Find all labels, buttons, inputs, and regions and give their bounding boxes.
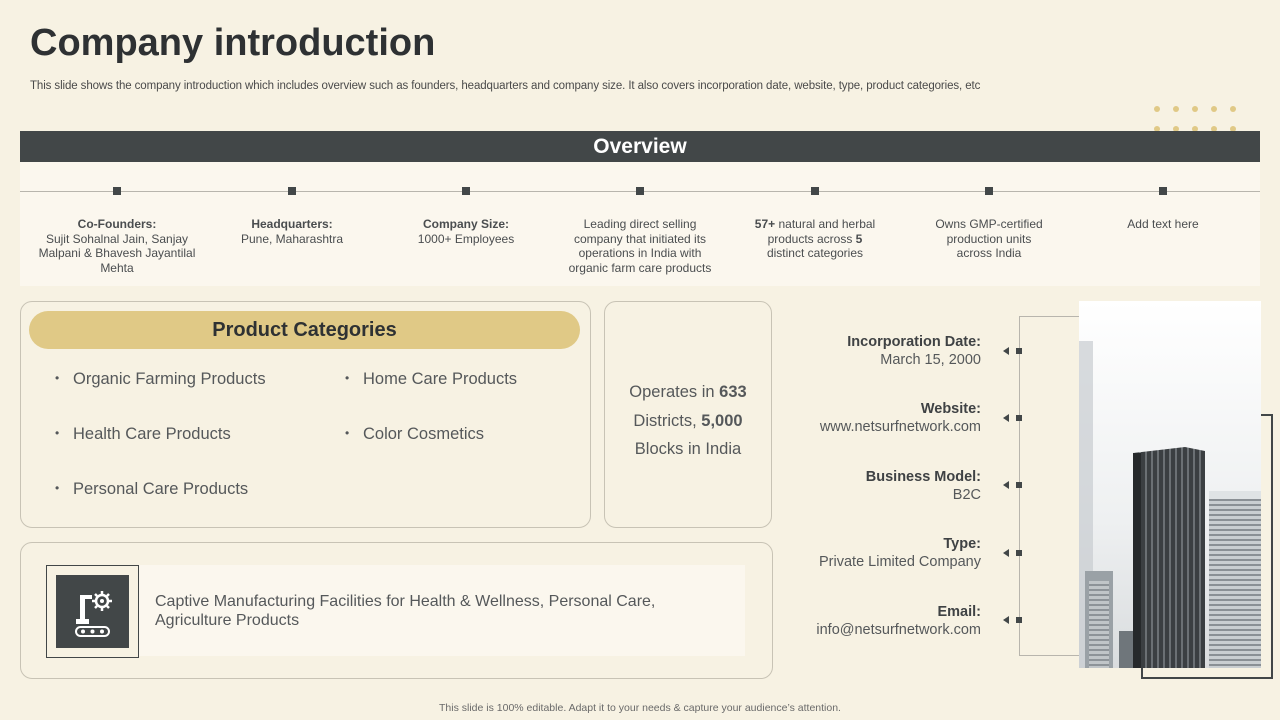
info-email: Email: info@netsurfnetwork.com (816, 604, 981, 638)
timeline-text: 57+ natural and herbal products across 5… (754, 217, 876, 260)
info-website: Website: www.netsurfnetwork.com (819, 401, 981, 435)
info-business-model: Business Model: B2C (865, 469, 981, 503)
timeline-text: Co-Founders: Sujit Sohalnal Jain, Sanjay … (38, 217, 196, 275)
timeline-marker (288, 187, 296, 195)
timeline-text: Owns GMP-certified production units acro… (935, 217, 1043, 260)
category-item: • Personal Care Products (55, 480, 249, 498)
manufacturing-card: Captive Manufacturing Facilities for Hea… (46, 565, 745, 658)
category-item: • Health Care Products (55, 425, 231, 443)
timeline-item-company-size: Company Size: 1000+ Employees (376, 187, 556, 246)
timeline-marker (636, 187, 644, 195)
slide-title: Company introduction (30, 22, 436, 64)
timeline-marker (811, 187, 819, 195)
overview-header: Overview (20, 131, 1260, 162)
pointer-icon (1003, 480, 1023, 490)
info-bracket-line (1019, 316, 1081, 656)
manufacturing-panel: Captive Manufacturing Facilities for Hea… (20, 542, 773, 679)
footer-note: This slide is 100% editable. Adapt it to… (439, 702, 841, 714)
info-incorporation-date: Incorporation Date: March 15, 2000 (847, 334, 981, 368)
timeline-item-founders: Co-Founders: Sujit Sohalnal Jain, Sanjay … (27, 187, 207, 275)
timeline-text: Leading direct selling company that init… (568, 217, 712, 275)
timeline-item-gmp: Owns GMP-certified production units acro… (899, 187, 1079, 261)
overview-timeline: Co-Founders: Sujit Sohalnal Jain, Sanjay … (20, 162, 1260, 286)
timeline-item-headquarters: Headquarters: Pune, Maharashtra (202, 187, 382, 246)
pointer-icon (1003, 615, 1023, 625)
manufacturing-text: Captive Manufacturing Facilities for Hea… (155, 593, 656, 629)
timeline-marker (462, 187, 470, 195)
pointer-icon (1003, 346, 1023, 356)
timeline-text: Company Size: 1000+ Employees (417, 217, 515, 246)
info-type: Type: Private Limited Company (819, 536, 981, 570)
category-item: • Color Cosmetics (345, 425, 485, 443)
timeline-marker (113, 187, 121, 195)
pointer-icon (1003, 413, 1023, 423)
timeline-marker (985, 187, 993, 195)
timeline-item-placeholder: Add text here (1073, 187, 1253, 232)
category-item: • Home Care Products (345, 370, 518, 388)
product-categories-panel: Product Categories • Organic Farming Prod… (20, 301, 591, 528)
pointer-icon (1003, 548, 1023, 558)
timeline-item-direct-selling: Leading direct selling company that init… (550, 187, 730, 275)
manufacturing-icon-frame (46, 565, 139, 658)
category-item: • Organic Farming Products (55, 370, 266, 388)
factory-robot-arm-icon (56, 575, 129, 648)
timeline-text: Add text here (1127, 217, 1199, 231)
timeline-item-products: 57+ natural and herbal products across 5… (725, 187, 905, 261)
slide-subtitle: This slide shows the company introductio… (30, 80, 981, 92)
timeline-text: Headquarters: Pune, Maharashtra (240, 217, 344, 246)
product-categories-header: Product Categories (29, 311, 580, 349)
timeline-marker (1159, 187, 1167, 195)
operations-panel: Operates in 633 Districts, 5,000 Blocks … (604, 301, 772, 528)
skyscraper-photo (1079, 301, 1261, 668)
operations-text: Operates in 633 Districts, 5,000 Blocks … (629, 383, 747, 458)
